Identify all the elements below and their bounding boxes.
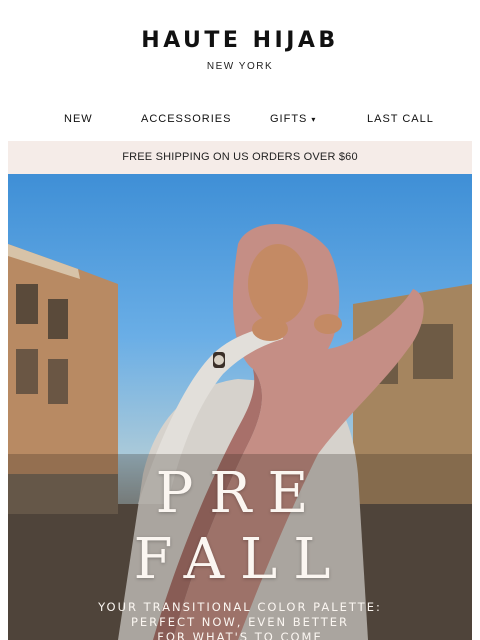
- email-header: HAUTE HIJAB NEW YORK: [0, 0, 480, 100]
- chevron-down-icon: ▾: [311, 115, 317, 124]
- brand-logo[interactable]: HAUTE HIJAB: [0, 28, 480, 53]
- hero-subtitle-line2: PERFECT NOW, EVEN BETTER: [130, 615, 350, 629]
- nav-item-label: NEW: [64, 113, 93, 125]
- hero-title-line1: PRE: [155, 461, 325, 526]
- main-nav: NEW ACCESSORIES GIFTS ▾ LAST CALL: [0, 110, 480, 130]
- shipping-promo-banner[interactable]: FREE SHIPPING ON US ORDERS OVER $60: [8, 141, 472, 174]
- nav-item-label: ACCESSORIES: [141, 113, 232, 125]
- hero-subtitle-line3: FOR WHAT'S TO COME: [157, 630, 323, 640]
- nav-item-label: GIFTS: [270, 113, 308, 125]
- nav-item-new[interactable]: NEW: [64, 110, 93, 130]
- nav-item-last-call[interactable]: LAST CALL: [367, 110, 434, 130]
- hero-title-line2: FALL: [133, 527, 347, 592]
- hero-banner[interactable]: PRE FALL YOUR TRANSITIONAL COLOR PALETTE…: [8, 174, 472, 640]
- shipping-promo-text: FREE SHIPPING ON US ORDERS OVER $60: [122, 151, 358, 163]
- hero-subtitle-line1: YOUR TRANSITIONAL COLOR PALETTE:: [98, 600, 382, 614]
- nav-item-accessories[interactable]: ACCESSORIES: [141, 110, 231, 130]
- nav-item-label: LAST CALL: [367, 113, 434, 125]
- brand-location: NEW YORK: [206, 61, 274, 72]
- nav-item-gifts[interactable]: GIFTS ▾: [270, 110, 316, 130]
